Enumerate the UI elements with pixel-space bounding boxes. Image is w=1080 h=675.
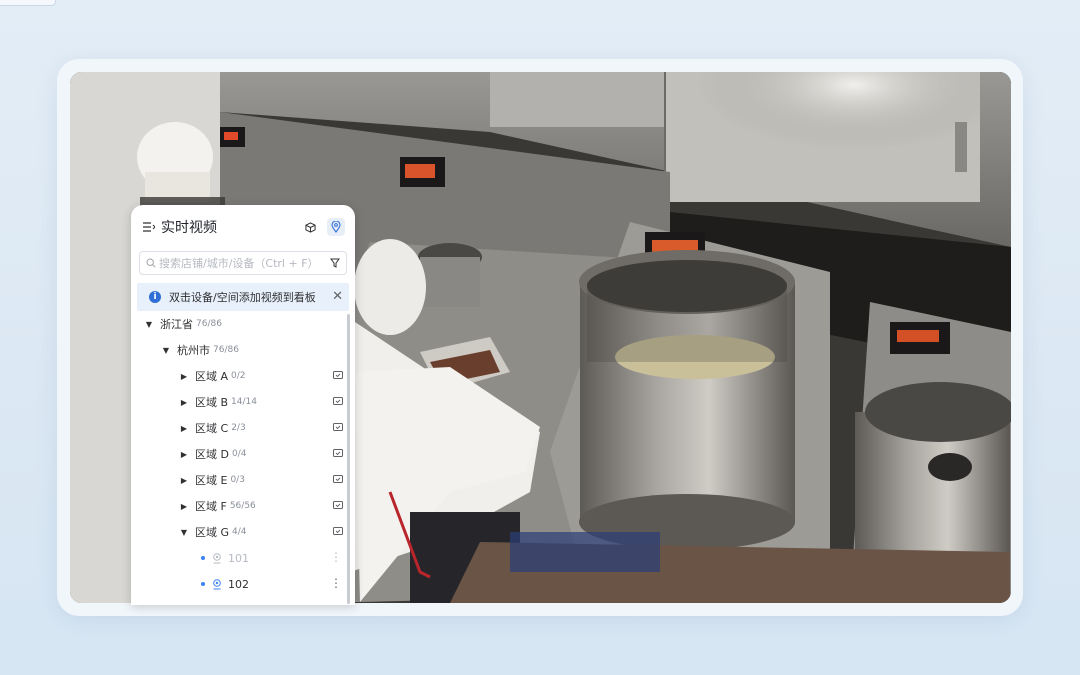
monitor-icon[interactable]	[333, 371, 343, 381]
tip-notice: i 双击设备/空间添加视频到看板 ✕	[137, 283, 349, 311]
node-count: 76/86	[213, 345, 239, 355]
tree-node-province[interactable]: ▼ 浙江省 76/86	[131, 311, 355, 337]
top-chip	[0, 0, 56, 6]
more-vertical-icon[interactable]: ⋮	[330, 576, 342, 590]
monitor-icon[interactable]	[333, 501, 343, 511]
node-count: 0/3	[230, 475, 245, 485]
camera-icon	[213, 578, 221, 589]
search-box	[139, 251, 347, 275]
tree-node-city[interactable]: ▼ 杭州市 76/86	[131, 337, 355, 363]
scrollbar[interactable]	[347, 314, 350, 604]
location-pin-icon[interactable]	[327, 218, 345, 236]
panel-title: 实时视频	[161, 220, 217, 236]
cube-icon[interactable]	[301, 218, 319, 236]
node-label: 区域 E	[195, 474, 228, 487]
monitor-icon[interactable]	[333, 397, 343, 407]
monitor-icon[interactable]	[333, 475, 343, 485]
filter-icon[interactable]	[330, 258, 340, 268]
tree-node-region[interactable]: ▶ 区域 D 0/4	[131, 441, 355, 467]
device-tree: ▼ 浙江省 76/86 ▼ 杭州市 76/86 ▶ 区域 A 0/2 ▶ 区域 …	[131, 311, 355, 597]
search-input[interactable]	[156, 256, 330, 270]
chevron-down-icon[interactable]: ▼	[179, 528, 189, 537]
chevron-right-icon[interactable]: ▶	[179, 476, 189, 485]
search-icon	[146, 258, 156, 268]
tree-node-region[interactable]: ▶ 区域 B 14/14	[131, 389, 355, 415]
node-label: 区域 D	[195, 448, 229, 461]
node-count: 14/14	[231, 397, 257, 407]
live-video-panel: 实时视频 搜索店铺/城市/设备（Ctrl + F） i 双击设备/空间添加视频到…	[131, 205, 355, 605]
node-label: 杭州市	[177, 344, 210, 357]
chevron-right-icon[interactable]: ▶	[179, 398, 189, 407]
monitor-icon[interactable]	[333, 423, 343, 433]
node-label: 区域 F	[195, 500, 227, 513]
node-count: 76/86	[196, 319, 222, 329]
tree-device-item[interactable]: 101 ⋮	[131, 545, 355, 571]
node-label: 区域 G	[195, 526, 230, 539]
chevron-right-icon[interactable]: ▶	[179, 502, 189, 511]
tree-node-region[interactable]: ▶ 区域 C 2/3	[131, 415, 355, 441]
tree-node-region[interactable]: ▼ 区域 G 4/4	[131, 519, 355, 545]
panel-header: 实时视频	[131, 205, 355, 249]
more-vertical-icon[interactable]: ⋮	[330, 550, 342, 564]
node-count: 2/3	[231, 423, 246, 433]
chevron-down-icon[interactable]: ▼	[144, 320, 154, 329]
node-label: 区域 A	[195, 370, 229, 383]
device-label: 102	[228, 577, 249, 591]
tree-node-region[interactable]: ▶ 区域 E 0/3	[131, 467, 355, 493]
node-label: 浙江省	[160, 318, 193, 331]
chevron-right-icon[interactable]: ▶	[179, 372, 189, 381]
tree-node-region[interactable]: ▶ 区域 A 0/2	[131, 363, 355, 389]
node-count: 56/56	[229, 501, 256, 511]
node-label: 区域 B	[195, 396, 229, 409]
chevron-right-icon[interactable]: ▶	[179, 424, 189, 433]
tree-device-item[interactable]: 102 ⋮	[131, 571, 355, 597]
menu-list-icon[interactable]	[143, 222, 155, 232]
node-count: 0/4	[231, 449, 247, 459]
tree-node-region[interactable]: ▶ 区域 F 56/56	[131, 493, 355, 519]
info-icon: i	[149, 291, 161, 303]
notice-text: 双击设备/空间添加视频到看板	[169, 291, 316, 304]
monitor-icon[interactable]	[333, 449, 343, 459]
node-count: 4/4	[232, 527, 247, 537]
chevron-right-icon[interactable]: ▶	[179, 450, 189, 459]
node-label: 区域 C	[195, 422, 229, 435]
status-dot	[201, 582, 205, 586]
camera-icon	[213, 552, 221, 563]
monitor-icon[interactable]	[333, 527, 343, 537]
status-dot	[201, 556, 205, 560]
device-label: 101	[228, 551, 249, 565]
node-count: 0/2	[231, 371, 246, 381]
close-icon[interactable]: ✕	[332, 289, 343, 304]
chevron-down-icon[interactable]: ▼	[161, 346, 171, 355]
